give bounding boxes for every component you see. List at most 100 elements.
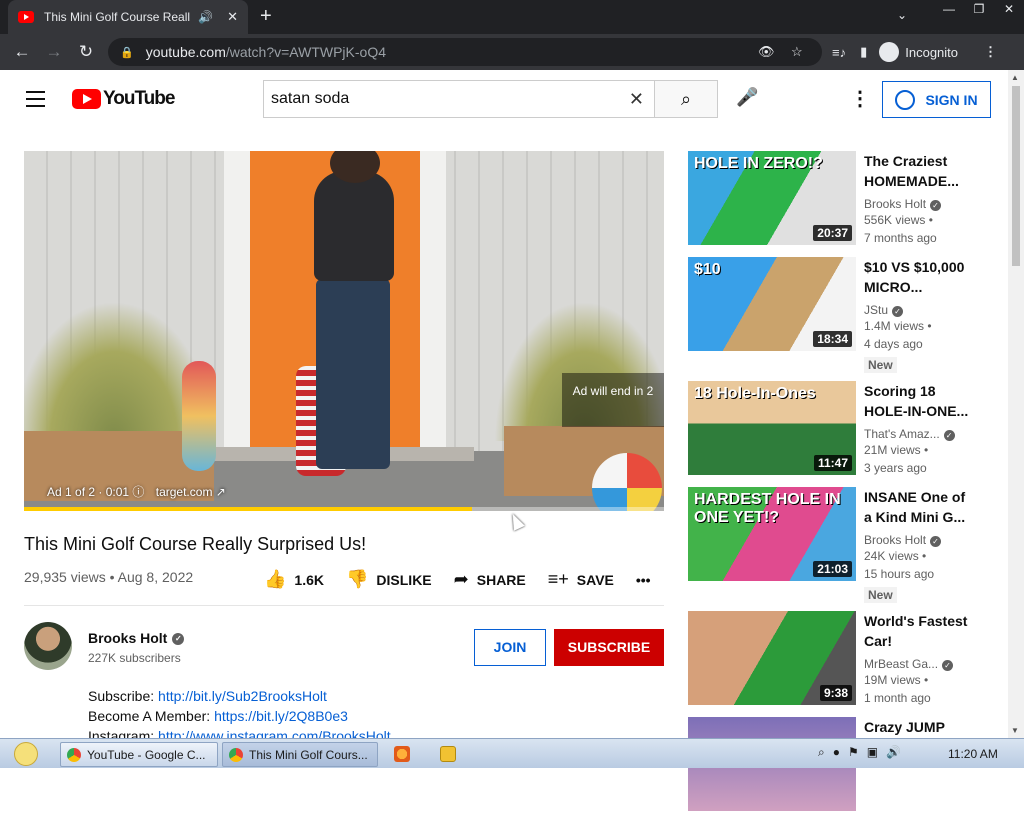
scroll-up-icon[interactable]: ▲ [1011,73,1019,82]
taskbar-item-video[interactable]: This Mini Golf Cours... [222,742,378,767]
tray-app-icon[interactable]: ● [833,745,840,760]
subscribe-button[interactable]: SUBSCRIBE [554,629,664,666]
video-title-line[interactable]: HOMEMADE... [864,171,984,191]
back-button[interactable]: ← [6,42,38,62]
subscribe-link[interactable]: http://bit.ly/Sub2BrooksHolt [158,688,327,704]
eye-off-icon[interactable]: 👁 [758,44,775,60]
volume-icon[interactable]: 🔊 [886,745,901,760]
more-actions-button[interactable]: ••• [636,572,651,588]
video-title-line[interactable]: HOLE-IN-ONE... [864,401,984,421]
video-thumbnail[interactable]: HARDEST HOLE IN ONE YET!? 21:03 [688,487,856,581]
reload-button[interactable]: ↻ [70,42,102,62]
video-title: This Mini Golf Course Really Surprised U… [24,534,367,554]
window-controls: — ❐ ✕ [934,0,1024,18]
video-thumbnail[interactable]: HOLE IN ZERO!? 20:37 [688,151,856,245]
ad-skip-countdown[interactable]: Ad will end in 2 [562,373,664,427]
lock-icon[interactable]: 🔒 [120,46,134,59]
channel-name[interactable]: Brooks Holt ✓ [864,533,984,547]
video-player[interactable]: Ad will end in 2 Ad 1 of 2 · 0:01 ⓘ targ… [24,151,664,511]
recommended-video[interactable]: 9:38 World's Fastest Car! MrBeast Ga... ✓ 19M… [688,611,998,711]
video-title-line[interactable]: Scoring 18 [864,381,984,401]
bookmark-star-icon[interactable]: ☆ [791,44,803,60]
channel-name[interactable]: That's Amaz... ✓ [864,427,984,441]
browser-tab-strip: This Mini Golf Course Really 🔊 ✕ + ⌄ — ❐… [0,0,1024,34]
video-title-line[interactable]: Crazy JUMP [864,717,984,737]
speaker-icon[interactable]: 🔊 [198,10,213,24]
hamburger-menu-icon[interactable] [26,91,45,112]
recommended-video[interactable]: 18 Hole-In-Ones 11:47 Scoring 18 HOLE-IN-ON… [688,381,998,481]
thumbnail-overlay-text: 18 Hole-In-Ones [694,385,816,402]
address-bar[interactable]: 🔒 youtube.com/watch?v=AWTWPjK-oQ4 👁 ☆ [108,38,822,66]
forward-button[interactable]: → [38,42,70,62]
side-panel-icon[interactable]: ▮ [860,44,867,60]
thumbs-up-icon: 👍 [264,569,287,589]
url-host: youtube.com [145,44,226,60]
info-icon[interactable]: ⓘ [132,485,147,499]
network-icon[interactable]: ▣ [867,745,878,760]
ad-progress-bar[interactable] [24,507,664,511]
save-button[interactable]: ≡+ SAVE [548,569,614,590]
verified-check-icon: ✓ [943,430,955,441]
ad-info: Ad 1 of 2 · 0:01 ⓘ target.com ↗ [47,483,226,500]
browser-right-tools: ≡♪ ▮ Incognito ⋮ [832,34,997,70]
os-taskbar: YouTube - Google C... This Mini Golf Cou… [0,738,1024,768]
search-input[interactable]: satan soda ✕ [263,80,655,118]
close-window-button[interactable]: ✕ [994,0,1024,18]
taskbar-clock[interactable]: 11:20 AM [948,747,998,761]
new-badge: New [864,587,897,603]
incognito-profile[interactable]: Incognito [879,42,958,62]
new-tab-button[interactable]: + [260,6,272,26]
external-link-icon: ↗ [215,485,226,499]
media-control-icon[interactable]: ≡♪ [832,45,846,60]
like-button[interactable]: 👍 1.6K [264,569,324,590]
browser-menu-icon[interactable]: ⋮ [984,44,997,60]
video-thumbnail[interactable]: 9:38 [688,611,856,705]
recommended-video[interactable]: HARDEST HOLE IN ONE YET!? 21:03 INSANE One… [688,487,998,603]
video-title-line[interactable]: INSANE One of [864,487,984,507]
flag-icon[interactable]: ⚑ [848,745,859,760]
search-tray-icon[interactable]: ⌕ [818,745,825,760]
start-button[interactable] [4,739,48,769]
restore-button[interactable]: ❐ [964,0,994,18]
settings-more-icon[interactable]: ⋮ [850,86,870,111]
thumbs-down-icon: 👎 [346,569,369,589]
search-query: satan soda [271,90,350,107]
recommended-video[interactable]: HOLE IN ZERO!? 20:37 The Craziest HOMEMADE.… [688,151,998,251]
taskbar-item-chrome[interactable]: YouTube - Google C... [60,742,218,767]
more-dots-icon: ••• [635,571,651,588]
clear-search-icon[interactable]: ✕ [629,89,644,110]
channel-name[interactable]: JStu ✓ [864,303,984,317]
membership-link[interactable]: https://bit.ly/2Q8B0e3 [214,708,348,724]
close-tab-icon[interactable]: ✕ [227,9,238,25]
video-title-line[interactable]: MICRO... [864,277,984,297]
scroll-down-icon[interactable]: ▼ [1011,726,1019,735]
search-button[interactable]: ⌕ [654,80,718,118]
youtube-logo[interactable]: YouTube [72,88,175,110]
share-button[interactable]: ➦ SHARE [454,569,526,590]
channel-name[interactable]: Brooks Holt ✓ [864,197,984,211]
channel-name[interactable]: Brooks Holt ✓ [88,630,185,646]
join-button[interactable]: JOIN [474,629,546,666]
video-title-line[interactable]: $10 VS $10,000 [864,257,984,277]
channel-avatar[interactable] [24,622,72,670]
video-thumbnail[interactable]: 18 Hole-In-Ones 11:47 [688,381,856,475]
browser-tab[interactable]: This Mini Golf Course Really 🔊 ✕ [8,0,248,34]
video-title-line[interactable]: World's Fastest [864,611,984,631]
folder-icon[interactable] [440,746,456,762]
page-scrollbar[interactable]: ▲ ▼ [1008,70,1024,738]
video-thumbnail[interactable]: $10 18:34 [688,257,856,351]
dislike-button[interactable]: 👎 DISLIKE [346,569,432,590]
minimize-button[interactable]: — [934,0,964,18]
video-title-line[interactable]: a Kind Mini G... [864,507,984,527]
video-duration: 18:34 [813,331,852,347]
channel-name[interactable]: MrBeast Ga... ✓ [864,657,984,671]
recommended-video[interactable]: $10 18:34 $10 VS $10,000 MICRO... JStu ✓ 1.4M … [688,257,998,373]
microphone-icon[interactable]: 🎤 [736,87,758,108]
video-title-line[interactable]: Car! [864,631,984,651]
video-title-line[interactable]: The Craziest [864,151,984,171]
firefox-icon[interactable] [394,746,410,762]
scrollbar-thumb[interactable] [1012,86,1020,266]
ad-domain-link[interactable]: target.com [156,485,213,499]
tab-search-icon[interactable]: ⌄ [897,8,907,22]
sign-in-button[interactable]: SIGN IN [882,81,991,118]
